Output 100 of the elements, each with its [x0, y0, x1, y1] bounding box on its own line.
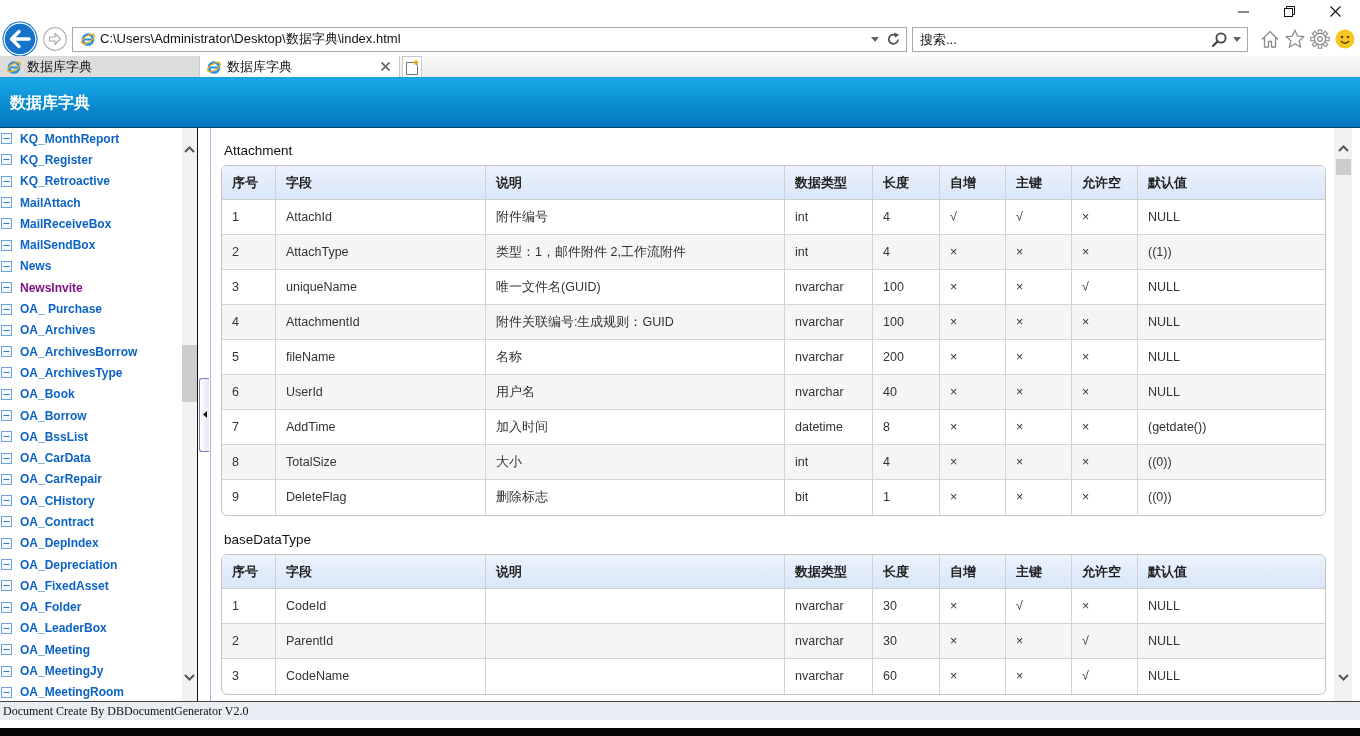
chevron-down-icon[interactable]	[184, 674, 195, 681]
address-field[interactable]: C:\Users\Administrator\Desktop\数据字典\index.html	[96, 28, 871, 50]
minus-box-icon	[1, 644, 12, 656]
sidebar-link[interactable]: OA_Folder	[0, 596, 82, 618]
sidebar-link[interactable]: OA_ArchivesType	[0, 362, 123, 384]
sidebar-link[interactable]: OA_Borrow	[0, 404, 87, 427]
minus-box-icon	[1, 686, 12, 698]
scroll-thumb[interactable]	[1335, 159, 1351, 175]
sidebar-link[interactable]: NewsInvite	[0, 277, 83, 299]
sidebar-link[interactable]: KQ_MonthReport	[0, 128, 120, 150]
browser-tab[interactable]: 数据库字典	[200, 56, 400, 77]
table-cell-text: ×	[1082, 383, 1090, 401]
close-icon[interactable]	[1329, 5, 1341, 17]
sidebar-link[interactable]: OA_DepIndex	[0, 532, 99, 554]
table-cell-text: 8	[883, 418, 890, 436]
chevron-up-icon[interactable]	[184, 146, 195, 153]
minus-box-icon	[1, 537, 12, 549]
back-icon[interactable]	[2, 21, 38, 57]
table-cell-text: NULL	[1148, 313, 1180, 331]
minus-box-icon	[1, 175, 12, 187]
table-cell-text: ×	[950, 668, 958, 686]
sidebar-link[interactable]: OA_Archives	[0, 319, 96, 341]
table-cell-text: 4	[883, 453, 890, 471]
sidebar-link[interactable]: OA_LeaderBox	[0, 617, 107, 640]
column-header: 字段	[286, 562, 312, 581]
sidebar-link[interactable]: News	[0, 255, 52, 278]
minus-box-icon	[1, 516, 12, 528]
browser-logo-icon	[80, 31, 96, 47]
table-cell-text: 9	[232, 489, 239, 507]
sidebar-link[interactable]: MailSendBox	[0, 234, 96, 256]
minus-box-icon	[1, 431, 12, 443]
column-header: 数据类型	[795, 562, 847, 581]
chevron-down-icon[interactable]	[1337, 674, 1349, 681]
table-cell-text: ((1))	[1148, 243, 1172, 261]
column-header: 允许空	[1082, 173, 1121, 192]
table-cell-text: nvarchar	[795, 313, 844, 331]
scrollbar[interactable]	[182, 128, 197, 701]
address-bar[interactable]: C:\Users\Administrator\Desktop\数据字典\index.html	[72, 26, 907, 52]
sidebar-link[interactable]: OA_CarRepair	[0, 468, 103, 491]
minus-box-icon	[1, 388, 12, 400]
settings-icon[interactable]	[1310, 29, 1330, 49]
dropdown-caret-icon[interactable]	[871, 36, 879, 42]
sidebar-link[interactable]: MailAttach	[0, 191, 81, 214]
sidebar-link[interactable]: MailReceiveBox	[0, 213, 112, 235]
search-box[interactable]: 搜索...	[912, 26, 1248, 52]
table-cell-text: nvarchar	[795, 383, 844, 401]
table-cell-text: ×	[1016, 418, 1024, 436]
table-cell-text: ×	[1082, 597, 1090, 615]
restore-icon[interactable]	[1283, 5, 1295, 17]
sidebar-link[interactable]: OA_ Purchase	[0, 298, 103, 320]
new-tab-button[interactable]	[402, 56, 422, 77]
page-title: 数据库字典	[10, 93, 90, 113]
sidebar-link[interactable]: OA_ArchivesBorrow	[0, 340, 138, 363]
smiley-icon[interactable]	[1335, 29, 1355, 49]
column-header: 说明	[496, 562, 522, 581]
table-cell-text: ×	[950, 313, 958, 331]
table-cell-text: int	[795, 243, 809, 261]
browser-logo-icon	[6, 58, 22, 75]
sidebar-link[interactable]: OA_CHistory	[0, 490, 95, 512]
sidebar-link[interactable]: OA_Contract	[0, 511, 94, 533]
scroll-thumb[interactable]	[182, 345, 197, 402]
table-cell-text: 30	[883, 632, 897, 650]
sidebar-link[interactable]: OA_FixedAsset	[0, 575, 109, 597]
column-header: 主键	[1016, 562, 1042, 581]
table-cell-text: ×	[1082, 313, 1090, 331]
table-cell-text: DeleteFlag	[286, 489, 347, 507]
table-cell-text: ParentId	[286, 632, 334, 650]
table-cell-text: ×	[1082, 348, 1090, 366]
column-header: 允许空	[1082, 562, 1121, 581]
table-cell-text: ×	[1082, 453, 1090, 471]
sidebar-link[interactable]: KQ_Retroactive	[0, 170, 111, 192]
sidebar-link[interactable]: OA_Depreciation	[0, 553, 118, 576]
search-icon[interactable]	[1212, 31, 1227, 47]
sidebar-link[interactable]: OA_MeetingRoom	[0, 681, 124, 701]
table-cell-text: ×	[950, 278, 958, 296]
table-cell-text: ×	[1016, 243, 1024, 261]
sidebar-link[interactable]: OA_CarData	[0, 447, 91, 469]
chevron-up-icon[interactable]	[1337, 145, 1349, 152]
sidebar-link[interactable]: OA_MeetingJy	[0, 660, 104, 682]
collapse-handle[interactable]	[199, 377, 209, 452]
search-field[interactable]: 搜索...	[916, 28, 1212, 50]
table-cell-text: nvarchar	[795, 632, 844, 650]
sidebar-link[interactable]: OA_Meeting	[0, 639, 90, 661]
scrollbar[interactable]	[1334, 128, 1352, 701]
refresh-icon[interactable]	[887, 32, 900, 46]
star-icon[interactable]	[1285, 29, 1305, 49]
minus-box-icon	[1, 580, 12, 592]
table-cell-text: 3	[232, 668, 239, 686]
table-cell-text: CodeId	[286, 597, 327, 615]
sidebar-link[interactable]: OA_Book	[0, 383, 75, 405]
column-header: 自增	[950, 562, 976, 581]
browser-tab[interactable]: 数据库字典	[0, 56, 200, 77]
table-cell-text: ×	[950, 489, 958, 507]
dropdown-caret-icon[interactable]	[1233, 36, 1241, 42]
table-cell-text: 唯一文件名(GUID)	[496, 278, 601, 296]
sidebar-link[interactable]: OA_BssList	[0, 426, 89, 448]
table-cell-text: ×	[950, 418, 958, 436]
table-cell-text: nvarchar	[795, 597, 844, 615]
home-icon[interactable]	[1260, 29, 1280, 49]
sidebar-link[interactable]: KQ_Register	[0, 149, 93, 171]
